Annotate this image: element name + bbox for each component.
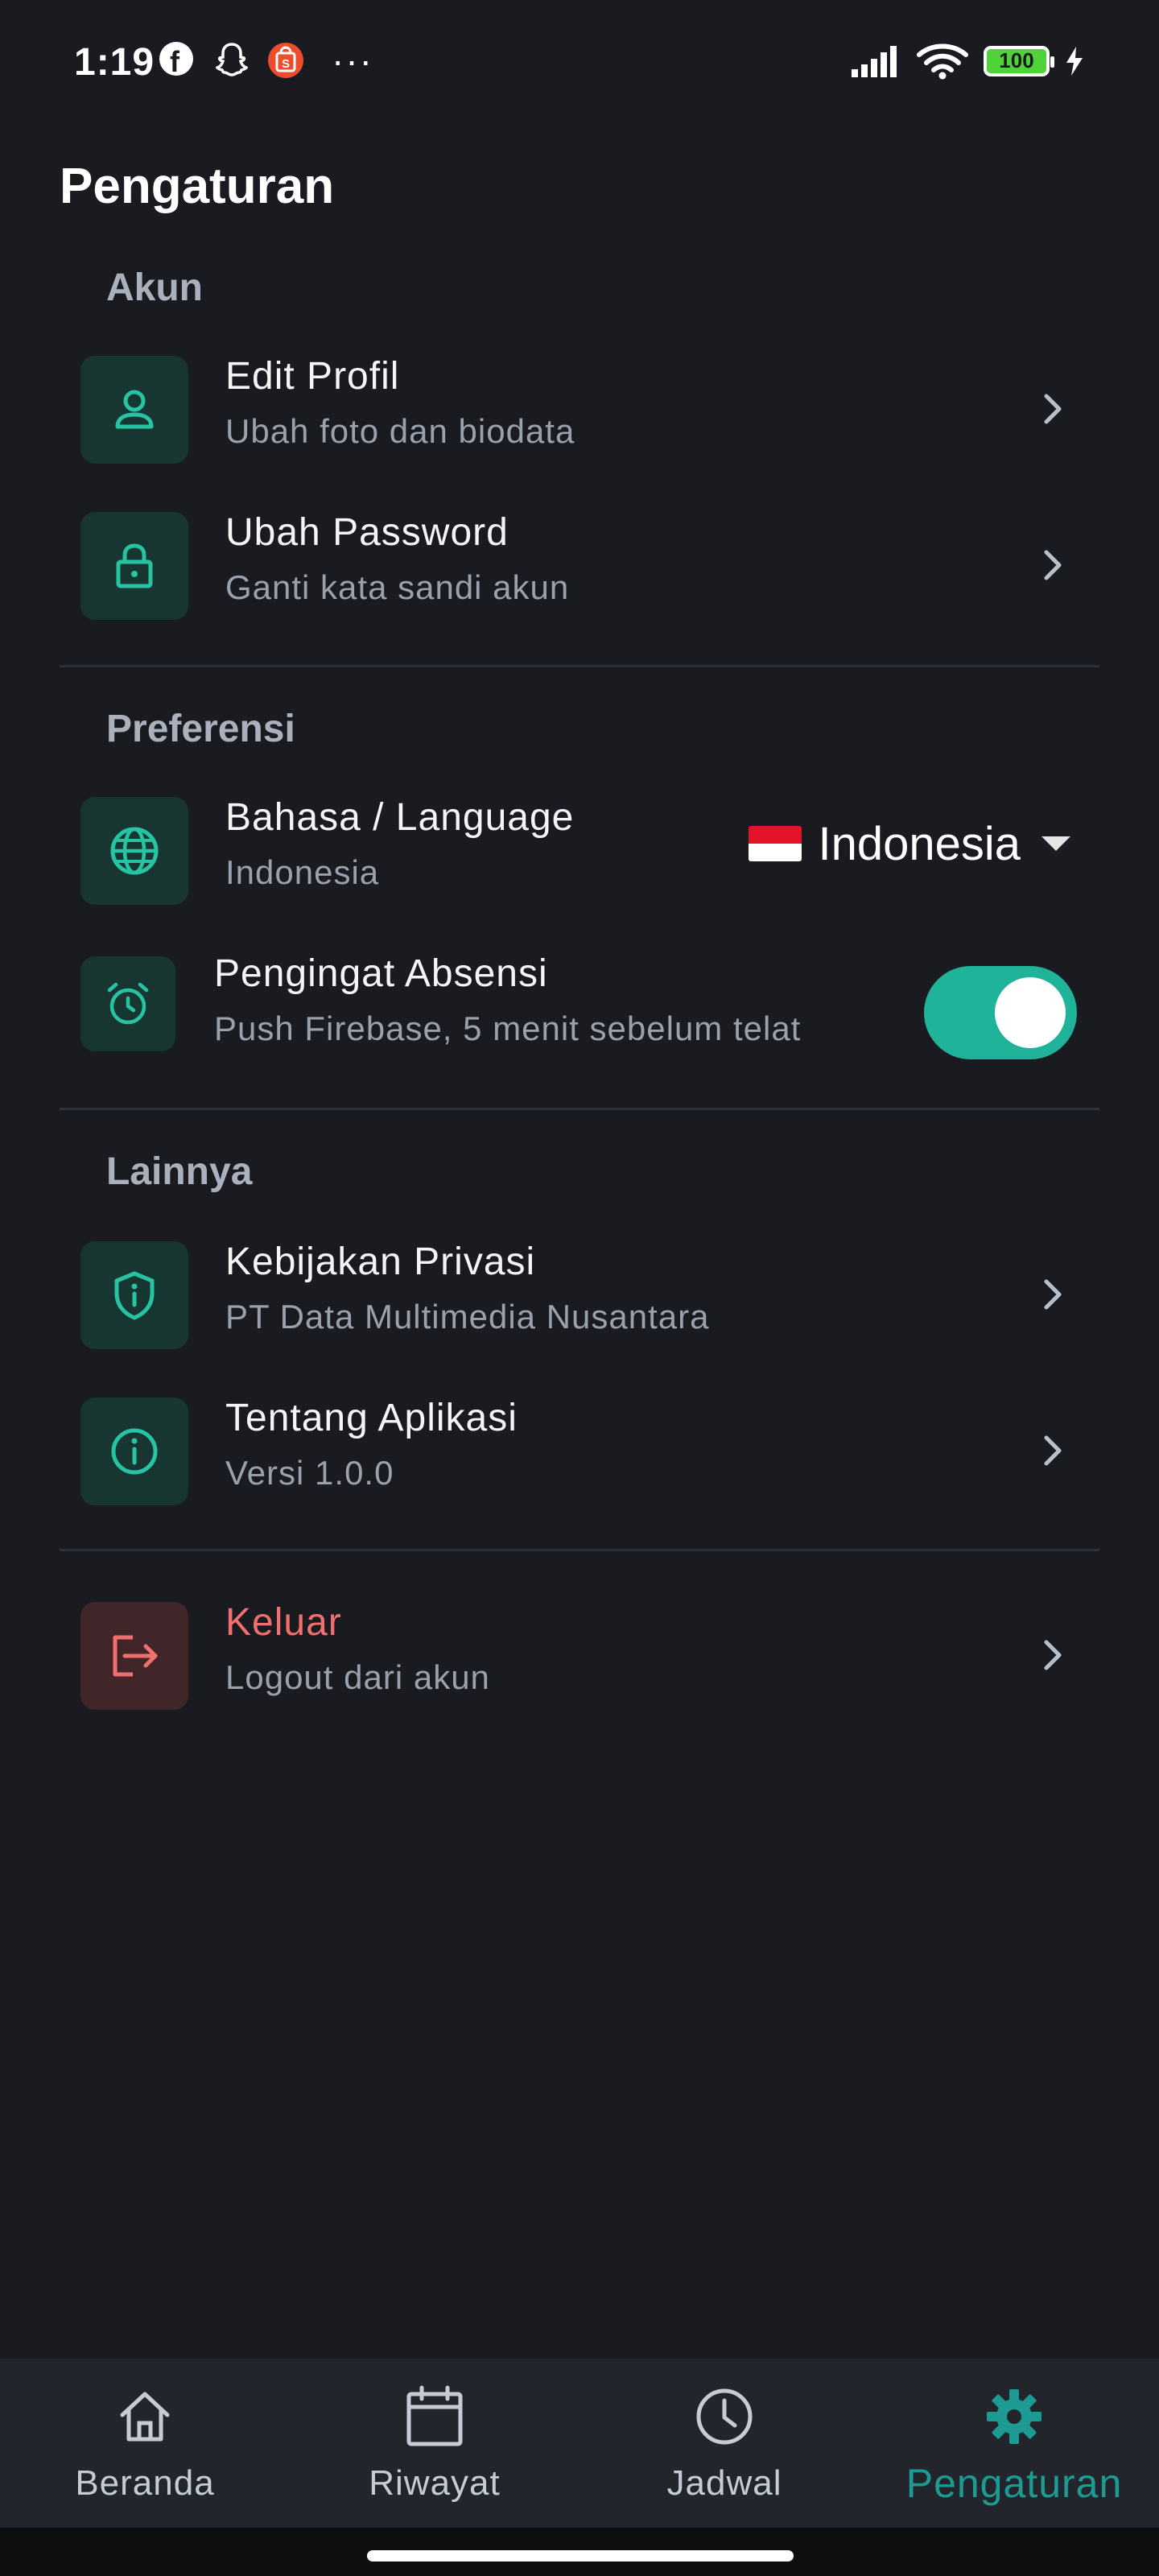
shield-info-icon xyxy=(114,1271,155,1320)
chevron-right-icon xyxy=(1044,1279,1062,1310)
attendance-reminder-item: Pengingat Absensi Push Firebase, 5 menit… xyxy=(80,945,1077,1066)
indonesia-flag-icon xyxy=(749,826,802,861)
globe-icon-tile xyxy=(80,797,188,905)
svg-text:S: S xyxy=(282,57,290,71)
change-password-label: Ubah Password xyxy=(225,511,509,554)
privacy-policy-label: Kebijakan Privasi xyxy=(225,1241,536,1283)
signal-icon xyxy=(852,46,897,77)
battery-level: 100 xyxy=(999,48,1034,72)
language-subtitle: Indonesia xyxy=(225,853,380,891)
lock-icon-tile xyxy=(80,512,188,620)
status-bar: 1:19 f S ··· 100 xyxy=(0,0,1159,129)
nav-label-beranda: Beranda xyxy=(75,2463,215,2503)
shield-icon-tile xyxy=(80,1241,188,1349)
reminder-toggle[interactable] xyxy=(924,966,1077,1059)
edit-profile-item[interactable]: Edit Profil Ubah foto dan biodata xyxy=(80,348,1070,469)
nav-label-jadwal: Jadwal xyxy=(666,2463,782,2503)
reminder-label: Pengingat Absensi xyxy=(214,952,548,995)
privacy-policy-subtitle: PT Data Multimedia Nusantara xyxy=(225,1298,710,1335)
info-icon xyxy=(111,1428,158,1475)
nav-label-pengaturan: Pengaturan xyxy=(905,2461,1123,2506)
person-icon xyxy=(115,390,154,429)
nav-tab-riwayat[interactable]: Riwayat xyxy=(290,2359,580,2528)
shopee-icon: S xyxy=(268,43,303,78)
bottom-navigation: Beranda Riwayat Jadwal Pengaturan xyxy=(0,2359,1159,2528)
facebook-icon: f xyxy=(159,42,193,78)
nav-tab-pengaturan[interactable]: Pengaturan xyxy=(869,2359,1159,2528)
alarm-icon-tile xyxy=(80,956,175,1051)
home-indicator[interactable] xyxy=(367,2550,794,2562)
change-password-subtitle: Ganti kata sandi akun xyxy=(225,568,570,606)
language-item: Bahasa / Language Indonesia Indonesia xyxy=(80,789,1070,910)
nav-label-riwayat: Riwayat xyxy=(369,2463,501,2503)
globe-icon xyxy=(110,827,159,875)
logout-item[interactable]: Keluar Logout dari akun xyxy=(80,1594,1070,1715)
edit-profile-subtitle: Ubah foto dan biodata xyxy=(225,412,575,450)
about-app-subtitle: Versi 1.0.0 xyxy=(225,1454,394,1492)
nav-tab-jadwal[interactable]: Jadwal xyxy=(580,2359,869,2528)
chevron-right-icon xyxy=(1044,1435,1062,1466)
alarm-icon xyxy=(107,982,149,1025)
nav-tab-beranda[interactable]: Beranda xyxy=(0,2359,290,2528)
logout-label: Keluar xyxy=(225,1601,342,1644)
charging-icon xyxy=(1066,47,1083,76)
chevron-right-icon xyxy=(1044,550,1062,580)
home-icon xyxy=(120,2392,170,2442)
person-icon-tile xyxy=(80,356,188,464)
battery-icon: 100 xyxy=(984,46,1054,76)
info-icon-tile xyxy=(80,1397,188,1505)
clock-icon xyxy=(696,2388,753,2445)
page-title: Pengaturan xyxy=(60,159,335,214)
change-password-item[interactable]: Ubah Password Ganti kata sandi akun xyxy=(80,504,1070,625)
snapchat-icon xyxy=(216,43,248,76)
logout-icon-tile xyxy=(80,1602,188,1710)
privacy-policy-item[interactable]: Kebijakan Privasi PT Data Multimedia Nus… xyxy=(80,1233,1070,1354)
more-dots-icon: ··· xyxy=(332,39,373,81)
reminder-subtitle: Push Firebase, 5 menit sebelum telat xyxy=(214,1009,802,1047)
calendar-icon xyxy=(406,2385,463,2446)
chevron-right-icon xyxy=(1044,1640,1062,1670)
about-app-item[interactable]: Tentang Aplikasi Versi 1.0.0 xyxy=(80,1389,1070,1510)
lock-icon xyxy=(116,543,153,588)
section-heading-akun: Akun xyxy=(106,266,203,309)
edit-profile-label: Edit Profil xyxy=(225,355,400,398)
toggle-knob xyxy=(995,977,1066,1048)
status-time: 1:19 xyxy=(74,41,155,84)
chevron-right-icon xyxy=(1044,394,1062,424)
section-divider xyxy=(60,1549,1099,1551)
caret-down-icon xyxy=(1041,836,1070,851)
section-heading-preferensi: Preferensi xyxy=(106,708,295,750)
wifi-icon xyxy=(917,43,968,80)
about-app-label: Tentang Aplikasi xyxy=(225,1397,518,1439)
section-heading-lainnya: Lainnya xyxy=(106,1150,253,1193)
language-selected-value: Indonesia xyxy=(818,817,1021,870)
logout-subtitle: Logout dari akun xyxy=(225,1658,490,1696)
language-label: Bahasa / Language xyxy=(225,796,575,839)
gear-icon xyxy=(987,2389,1041,2444)
section-divider xyxy=(60,1108,1099,1110)
section-divider xyxy=(60,665,1099,667)
language-dropdown[interactable]: Indonesia xyxy=(749,811,1070,876)
logout-icon xyxy=(113,1635,158,1677)
